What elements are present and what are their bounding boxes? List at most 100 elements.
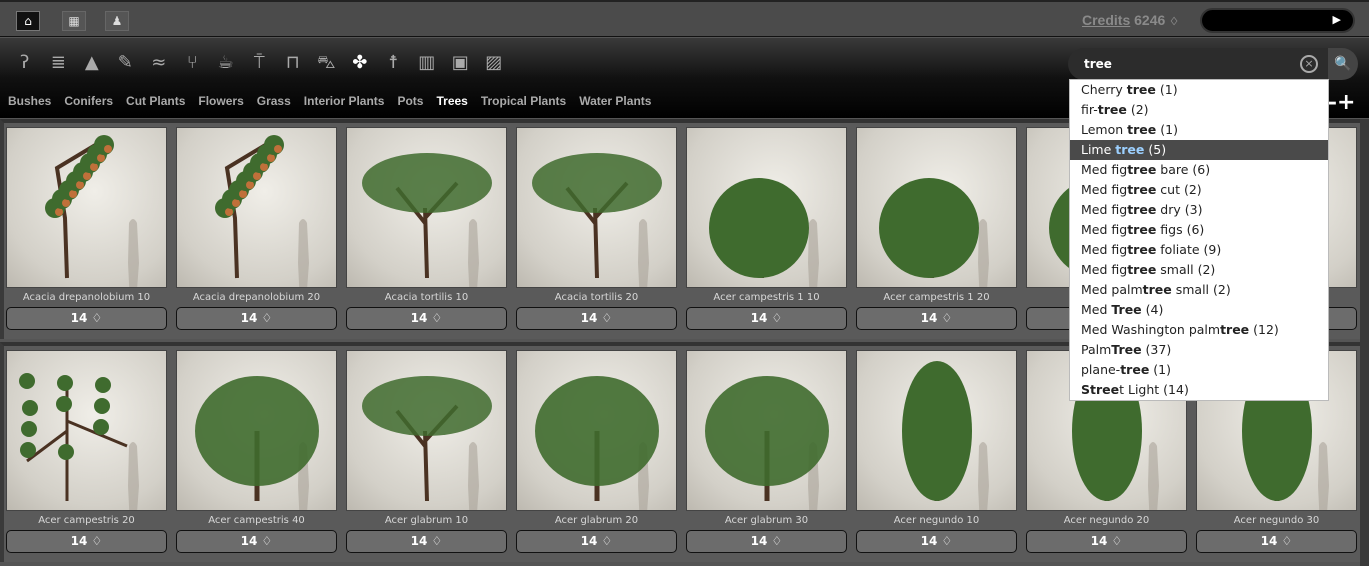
asset-tile[interactable]: Acer campestris 1 10 14 ♢ bbox=[686, 127, 847, 330]
home-button[interactable]: ⌂ bbox=[16, 11, 40, 31]
suggestion-item[interactable]: Med figtree dry (3) bbox=[1070, 200, 1328, 220]
price-button[interactable]: 14 ♢ bbox=[856, 530, 1017, 553]
suggestion-item[interactable]: Med Tree (4) bbox=[1070, 300, 1328, 320]
asset-label: Acer campestris 1 10 bbox=[713, 292, 820, 303]
trowel-icon[interactable]: ✎ bbox=[109, 52, 143, 74]
clear-search-icon[interactable]: × bbox=[1300, 55, 1318, 73]
car-icon[interactable]: ⛍ bbox=[310, 52, 344, 74]
asset-thumbnail[interactable] bbox=[176, 350, 337, 511]
suggestion-item[interactable]: Lime tree (5) bbox=[1070, 140, 1328, 160]
asset-thumbnail[interactable] bbox=[516, 127, 677, 288]
price-button[interactable]: 14 ♢ bbox=[176, 530, 337, 553]
asset-tile[interactable]: Acacia tortilis 10 14 ♢ bbox=[346, 127, 507, 330]
suggestion-item[interactable]: Lemon tree (1) bbox=[1070, 120, 1328, 140]
gem-icon: ♢ bbox=[87, 534, 103, 548]
price-button[interactable]: 14 ♢ bbox=[346, 307, 507, 330]
calendar-button[interactable]: ▦ bbox=[62, 11, 86, 31]
tab-interior-plants[interactable]: Interior Plants bbox=[304, 94, 385, 108]
suggestion-item[interactable]: plane-tree (1) bbox=[1070, 360, 1328, 380]
suggestion-item[interactable]: Med figtree foliate (9) bbox=[1070, 240, 1328, 260]
price-button[interactable]: 14 ♢ bbox=[686, 307, 847, 330]
suggestion-item[interactable]: Cherry tree (1) bbox=[1070, 80, 1328, 100]
gem-icon: ♢ bbox=[257, 534, 273, 548]
asset-thumbnail[interactable] bbox=[6, 127, 167, 288]
asset-label: Acacia tortilis 10 bbox=[384, 292, 469, 303]
image-icon[interactable]: ▨ bbox=[477, 52, 511, 74]
buildings-icon[interactable]: ▥ bbox=[410, 52, 444, 74]
suggestion-item[interactable]: PalmTree (37) bbox=[1070, 340, 1328, 360]
paint-roller-icon[interactable]: ʔ bbox=[8, 52, 42, 74]
user-button[interactable]: ♟ bbox=[105, 11, 129, 31]
brick-wall-icon[interactable]: ≣ bbox=[42, 52, 76, 74]
tab-flowers[interactable]: Flowers bbox=[198, 94, 243, 108]
asset-thumbnail[interactable] bbox=[686, 350, 847, 511]
price-button[interactable]: 14 ♢ bbox=[346, 530, 507, 553]
asset-label: Acacia drepanolobium 20 bbox=[192, 292, 321, 303]
suggestion-item[interactable]: Med figtree small (2) bbox=[1070, 260, 1328, 280]
price-button[interactable]: 14 ♢ bbox=[516, 530, 677, 553]
billboard-icon[interactable]: ▣ bbox=[444, 52, 478, 74]
lamp-icon[interactable]: ⍑ bbox=[243, 52, 277, 74]
suggestion-text: Med palm bbox=[1081, 282, 1143, 297]
asset-tile[interactable]: Acacia drepanolobium 20 14 ♢ bbox=[176, 127, 337, 330]
price-value: 14 bbox=[70, 311, 88, 325]
zoom-in-button[interactable]: + bbox=[1337, 90, 1355, 115]
tab-pots[interactable]: Pots bbox=[397, 94, 423, 108]
price-button[interactable]: 14 ♢ bbox=[1026, 530, 1187, 553]
asset-thumbnail[interactable] bbox=[176, 127, 337, 288]
tab-bushes[interactable]: Bushes bbox=[8, 94, 51, 108]
suggestion-item[interactable]: Med Washington palmtree (12) bbox=[1070, 320, 1328, 340]
tab-tropical-plants[interactable]: Tropical Plants bbox=[481, 94, 566, 108]
cup-icon[interactable]: ☕ bbox=[209, 52, 243, 74]
credits-link[interactable]: Credits bbox=[1082, 12, 1130, 28]
tab-cut-plants[interactable]: Cut Plants bbox=[126, 94, 185, 108]
price-button[interactable]: 14 ♢ bbox=[1196, 530, 1357, 553]
price-button[interactable]: 14 ♢ bbox=[686, 530, 847, 553]
asset-thumbnail[interactable] bbox=[516, 350, 677, 511]
tab-water-plants[interactable]: Water Plants bbox=[579, 94, 651, 108]
price-button[interactable]: 14 ♢ bbox=[516, 307, 677, 330]
asset-tile[interactable]: Acacia drepanolobium 10 14 ♢ bbox=[6, 127, 167, 330]
water-icon[interactable]: ≈ bbox=[142, 52, 176, 74]
suggestion-item[interactable]: fir-tree (2) bbox=[1070, 100, 1328, 120]
suggestion-match: tree bbox=[1127, 262, 1157, 277]
tab-trees[interactable]: Trees bbox=[436, 94, 467, 108]
suggestion-item[interactable]: Med palmtree small (2) bbox=[1070, 280, 1328, 300]
suggestion-item[interactable]: Med figtree figs (6) bbox=[1070, 220, 1328, 240]
search-input[interactable]: tree bbox=[1068, 48, 1330, 80]
asset-thumbnail[interactable] bbox=[346, 127, 507, 288]
asset-tile[interactable]: Acer glabrum 20 14 ♢ bbox=[516, 350, 677, 553]
asset-tile[interactable]: Acer glabrum 30 14 ♢ bbox=[686, 350, 847, 553]
price-button[interactable]: 14 ♢ bbox=[176, 307, 337, 330]
price-button[interactable]: 14 ♢ bbox=[856, 307, 1017, 330]
maple-leaf-icon[interactable]: ✤ bbox=[343, 52, 377, 74]
asset-label: Acer negundo 30 bbox=[1233, 515, 1320, 526]
asset-tile[interactable]: Acer negundo 10 14 ♢ bbox=[856, 350, 1017, 553]
asset-thumbnail[interactable] bbox=[856, 127, 1017, 288]
person-icon[interactable]: ☨ bbox=[377, 52, 411, 74]
suggestion-count: (5) bbox=[1144, 142, 1167, 157]
asset-thumbnail[interactable] bbox=[856, 350, 1017, 511]
asset-tile[interactable]: Acacia tortilis 20 14 ♢ bbox=[516, 127, 677, 330]
asset-tile[interactable]: Acer campestris 40 14 ♢ bbox=[176, 350, 337, 553]
floor-tiles-icon[interactable]: ▲ bbox=[75, 52, 109, 74]
desk-icon[interactable]: ⊓ bbox=[276, 52, 310, 74]
asset-thumbnail[interactable] bbox=[686, 127, 847, 288]
tab-grass[interactable]: Grass bbox=[257, 94, 291, 108]
suggestion-item[interactable]: Med figtree cut (2) bbox=[1070, 180, 1328, 200]
asset-tile[interactable]: Acer campestris 1 20 14 ♢ bbox=[856, 127, 1017, 330]
sofa-icon[interactable]: ⑂ bbox=[176, 52, 210, 74]
player-pill[interactable]: ▶ bbox=[1200, 8, 1355, 33]
asset-label: Acer glabrum 10 bbox=[384, 515, 469, 526]
asset-thumbnail[interactable] bbox=[6, 350, 167, 511]
price-button[interactable]: 14 ♢ bbox=[6, 530, 167, 553]
price-button[interactable]: 14 ♢ bbox=[6, 307, 167, 330]
price-value: 14 bbox=[240, 311, 258, 325]
scrollbar[interactable] bbox=[1360, 119, 1369, 566]
suggestion-item[interactable]: Street Light (14) bbox=[1070, 380, 1328, 400]
asset-tile[interactable]: Acer glabrum 10 14 ♢ bbox=[346, 350, 507, 553]
tab-conifers[interactable]: Conifers bbox=[64, 94, 113, 108]
asset-thumbnail[interactable] bbox=[346, 350, 507, 511]
asset-tile[interactable]: Acer campestris 20 14 ♢ bbox=[6, 350, 167, 553]
suggestion-item[interactable]: Med figtree bare (6) bbox=[1070, 160, 1328, 180]
